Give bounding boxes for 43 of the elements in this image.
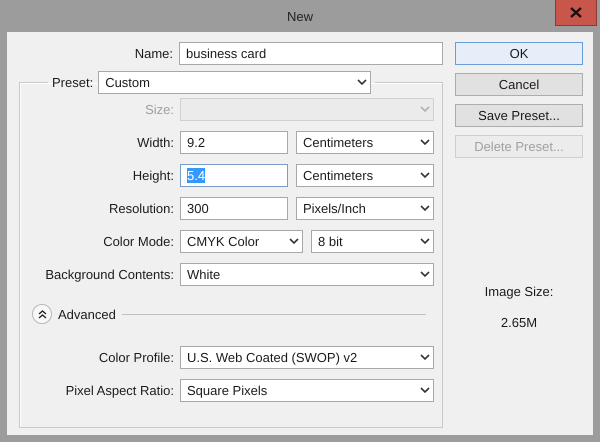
- dialog-button[interactable]: OK: [455, 42, 583, 65]
- chevron-down-icon: [420, 205, 430, 212]
- text-field[interactable]: 300: [180, 197, 288, 220]
- dropdown[interactable]: White: [180, 263, 434, 286]
- chevron-down-icon: [420, 238, 430, 245]
- close-icon: [570, 7, 582, 18]
- chevron-down-icon: [420, 172, 430, 179]
- dropdown[interactable]: CMYK Color: [180, 230, 303, 253]
- dropdown[interactable]: Custom: [98, 71, 372, 94]
- field-label: Pixel Aspect Ratio:: [64, 383, 174, 398]
- dropdown[interactable]: Centimeters: [296, 131, 434, 154]
- text-field[interactable]: business card: [179, 42, 443, 65]
- dialog-button[interactable]: Cancel: [455, 73, 583, 96]
- field-label: Size:: [144, 102, 174, 117]
- field-label: Resolution:: [108, 201, 174, 216]
- collapse-toggle[interactable]: [32, 304, 52, 324]
- field-label: Preset:: [52, 75, 94, 90]
- dropdown[interactable]: U.S. Web Coated (SWOP) v2: [180, 346, 434, 369]
- dialog-button[interactable]: Save Preset...: [455, 104, 583, 127]
- window-title: New: [286, 8, 313, 24]
- chevron-down-icon: [420, 387, 430, 394]
- section-label: Advanced: [58, 306, 116, 322]
- dropdown[interactable]: 8 bit: [311, 230, 434, 253]
- chevron-down-icon: [357, 79, 368, 86]
- info-label: Image Size:: [484, 284, 554, 299]
- info-value: 2.65M: [500, 315, 538, 330]
- field-label: Background Contents:: [44, 267, 174, 282]
- chevron-down-icon: [420, 354, 430, 361]
- field-label: Color Profile:: [98, 350, 174, 365]
- dropdown[interactable]: Pixels/Inch: [296, 197, 434, 220]
- dropdown[interactable]: Square Pixels: [180, 379, 434, 402]
- double-chevron-icon: [38, 310, 46, 318]
- chevron-down-icon: [289, 238, 299, 245]
- field-label: Color Mode:: [102, 234, 174, 249]
- text-field[interactable]: 9.2: [180, 131, 288, 154]
- dropdown[interactable]: Centimeters: [296, 164, 434, 187]
- chevron-down-icon: [420, 139, 430, 146]
- field-label: Name:: [134, 46, 173, 61]
- chevron-down-icon: [420, 271, 430, 278]
- field-label: Height:: [132, 168, 174, 183]
- chevron-down-icon: [420, 106, 430, 113]
- close-button[interactable]: [555, 0, 597, 26]
- field-label: Width:: [136, 135, 174, 150]
